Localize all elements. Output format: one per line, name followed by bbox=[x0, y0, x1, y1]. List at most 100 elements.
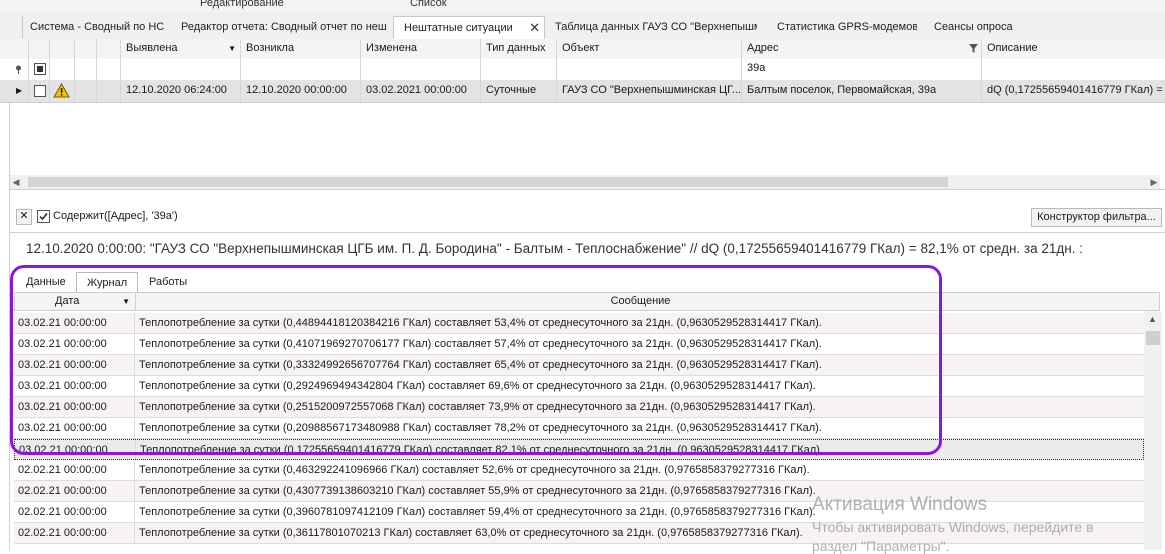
row-select-cell bbox=[29, 80, 50, 102]
cell-object[interactable]: ГАУЗ СО "Верхнепышминская ЦГ... bbox=[557, 80, 742, 102]
journal-cell-message[interactable]: Теплопотребление за сутки (0,33324992656… bbox=[135, 355, 1144, 375]
filter-constructor-button[interactable]: Конструктор фильтра... bbox=[1031, 208, 1162, 227]
grid-auto-filter-row: 39а bbox=[0, 59, 1165, 81]
filter-cell-data-type[interactable] bbox=[481, 59, 557, 80]
filter-cell-changed[interactable] bbox=[361, 59, 481, 80]
table-row[interactable]: ▶ 12.10.2020 06:24:00 12.10.2020 00:00:0… bbox=[0, 80, 1165, 103]
journal-cell-date[interactable]: 02.02.21 00:00:00 bbox=[14, 502, 135, 522]
filter-cell-blank[interactable] bbox=[75, 59, 97, 80]
tab-system-summary[interactable]: Система - Сводный по НС bbox=[30, 16, 170, 38]
journal-cell-date[interactable]: 03.02.21 00:00:00 bbox=[14, 418, 135, 438]
sort-down-icon[interactable]: ▼ bbox=[122, 293, 130, 310]
journal-header: Дата ▼ Сообщение bbox=[14, 292, 1160, 311]
filter-checkbox[interactable] bbox=[34, 63, 46, 75]
scrollbar-thumb[interactable] bbox=[28, 177, 948, 187]
pin-icon bbox=[16, 65, 21, 74]
tab-data[interactable]: Данные bbox=[16, 272, 76, 292]
filter-cell-object[interactable] bbox=[557, 59, 742, 80]
left-splitter[interactable] bbox=[9, 39, 10, 550]
journal-cell-date[interactable]: 03.02.21 00:00:00 bbox=[14, 313, 135, 333]
journal-row[interactable]: 03.02.21 00:00:00 Теплопотребление за сут… bbox=[14, 418, 1144, 439]
journal-column-message[interactable]: Сообщение bbox=[136, 293, 1145, 310]
scrollbar-thumb[interactable] bbox=[1146, 331, 1160, 345]
filter-cell-blank-2[interactable] bbox=[97, 59, 121, 80]
journal-cell-date[interactable]: 02.02.21 00:00:00 bbox=[14, 523, 135, 543]
journal-row[interactable]: 03.02.21 00:00:00 Теплопотребление за сут… bbox=[14, 376, 1144, 397]
journal-column-date[interactable]: Дата ▼ bbox=[15, 293, 136, 310]
journal-row[interactable]: 03.02.21 00:00:00 Теплопотребление за сут… bbox=[14, 334, 1144, 355]
journal-row[interactable]: 03.02.21 00:00:00 Теплопотребление за сут… bbox=[14, 355, 1144, 376]
tab-gprs-stats[interactable]: Статистика GPRS-модемов bbox=[777, 16, 917, 38]
tab-report-editor[interactable]: Редактор отчета: Сводный отчет по нешт bbox=[181, 16, 386, 38]
journal-row[interactable]: 02.02.21 00:00:00 Теплопотребление за сут… bbox=[14, 460, 1144, 481]
sort-down-icon[interactable]: ▼ bbox=[228, 39, 236, 58]
scroll-left-icon[interactable]: ◀ bbox=[10, 175, 22, 189]
filter-cell-description[interactable] bbox=[982, 59, 1165, 80]
journal-row[interactable]: 03.02.21 00:00:00 Теплопотребление за сут… bbox=[14, 397, 1144, 418]
journal-cell-date[interactable]: 03.02.21 00:00:00 bbox=[14, 355, 135, 375]
column-header-description[interactable]: Описание bbox=[982, 39, 1165, 59]
tab-journal[interactable]: Журнал bbox=[76, 272, 139, 294]
filter-cell-detected[interactable] bbox=[121, 59, 241, 80]
journal-cell-date[interactable]: 03.02.21 00:00:00 bbox=[14, 376, 135, 396]
scroll-up-icon[interactable]: ▲ bbox=[1148, 314, 1157, 324]
column-header-changed[interactable]: Изменена bbox=[361, 39, 481, 59]
tab-poll-sessions[interactable]: Сеансы опроса bbox=[934, 16, 1034, 38]
header-blank bbox=[75, 39, 97, 59]
tab-overflow[interactable] bbox=[0, 16, 23, 38]
journal-row[interactable]: 03.02.21 00:00:00 Теплопотребление за сут… bbox=[14, 313, 1144, 334]
cell-address[interactable]: Балтым поселок, Первомайская, 39а bbox=[742, 80, 982, 102]
warning-icon bbox=[53, 83, 70, 98]
journal-cell-date[interactable]: 03.02.21 00:00:00 bbox=[14, 334, 135, 354]
journal-cell-message[interactable]: Теплопотребление за сутки (0,41071969270… bbox=[135, 334, 1144, 354]
filter-input-address[interactable]: 39а bbox=[742, 59, 982, 80]
row-icon-cell bbox=[50, 80, 75, 102]
journal-cell-message[interactable]: Теплопотребление за сутки (0,46329224109… bbox=[135, 460, 1144, 480]
close-icon[interactable]: ✕ bbox=[529, 17, 540, 39]
row-checkbox[interactable] bbox=[34, 85, 46, 97]
journal-cell-message[interactable]: Теплопотребление за сутки (0,44894418120… bbox=[135, 313, 1144, 333]
column-header-occurred[interactable]: Возникла bbox=[241, 39, 361, 59]
journal-cell-message[interactable]: Теплопотребление за сутки (0,17255659401… bbox=[136, 440, 1145, 459]
cell-occurred[interactable]: 12.10.2020 00:00:00 bbox=[241, 80, 361, 102]
column-header-detected[interactable]: Выявлена ▼ bbox=[121, 39, 241, 59]
row-blank-cell bbox=[75, 80, 97, 102]
filter-cell-icon[interactable] bbox=[50, 59, 75, 80]
ribbon-group-edit: Редактирование bbox=[200, 0, 284, 9]
journal-cell-message[interactable]: Теплопотребление за сутки (0,43077391386… bbox=[135, 481, 1144, 501]
journal-cell-date[interactable]: 03.02.21 00:00:00 bbox=[15, 440, 136, 459]
filter-icon[interactable] bbox=[969, 44, 978, 53]
tab-data-table[interactable]: Таблица данных ГАУЗ СО "Верхнепышм bbox=[555, 16, 757, 38]
header-icon bbox=[50, 39, 75, 59]
horizontal-scrollbar[interactable]: ◀ ▶ bbox=[10, 175, 1160, 189]
journal-cell-message[interactable]: Теплопотребление за сутки (0,20988567173… bbox=[135, 418, 1144, 438]
column-header-address[interactable]: Адрес bbox=[742, 39, 982, 59]
ribbon-group-labels: Редактирование Список bbox=[0, 0, 1165, 13]
journal-cell-date[interactable]: 03.02.21 00:00:00 bbox=[14, 397, 135, 417]
cell-data-type[interactable]: Суточные bbox=[481, 80, 557, 102]
tab-emergencies[interactable]: Нештатные ситуации ✕ bbox=[393, 16, 545, 39]
header-select bbox=[29, 39, 50, 59]
cell-changed[interactable]: 03.02.2021 00:00:00 bbox=[361, 80, 481, 102]
filter-cell-occurred[interactable] bbox=[241, 59, 361, 80]
watermark-line3: раздел "Параметры". bbox=[812, 538, 950, 554]
tab-works[interactable]: Работы bbox=[139, 272, 197, 292]
column-header-data-type[interactable]: Тип данных bbox=[481, 39, 557, 59]
journal-column-date-label: Дата bbox=[55, 295, 80, 307]
cell-description[interactable]: dQ (0,17255659401416779 ГКал) = 82,1% от bbox=[982, 80, 1165, 102]
column-header-object[interactable]: Объект bbox=[557, 39, 742, 59]
clear-filter-close-icon[interactable]: ✕ bbox=[16, 209, 32, 225]
filter-expression[interactable]: Содержит([Адрес], '39а') bbox=[53, 210, 178, 222]
filter-enabled-checkbox[interactable] bbox=[37, 210, 50, 223]
cell-detected[interactable]: 12.10.2020 06:24:00 bbox=[121, 80, 241, 102]
scroll-right-icon[interactable]: ▶ bbox=[1148, 175, 1160, 189]
vertical-scrollbar[interactable]: ▲ bbox=[1144, 311, 1162, 550]
row-indicator: ▶ bbox=[10, 80, 29, 102]
event-summary: 12.10.2020 0:00:00: "ГАУЗ СО "Верхнепышм… bbox=[26, 241, 1083, 256]
journal-row[interactable]: 03.02.21 00:00:00 Теплопотребление за сут… bbox=[14, 439, 1144, 460]
journal-cell-date[interactable]: 02.02.21 00:00:00 bbox=[14, 460, 135, 480]
journal-cell-message[interactable]: Теплопотребление за сутки (0,29249694943… bbox=[135, 376, 1144, 396]
journal-cell-message[interactable]: Теплопотребление за сутки (0,25152009725… bbox=[135, 397, 1144, 417]
journal-cell-date[interactable]: 02.02.21 00:00:00 bbox=[14, 481, 135, 501]
tab-emergencies-label: Нештатные ситуации bbox=[404, 22, 513, 34]
